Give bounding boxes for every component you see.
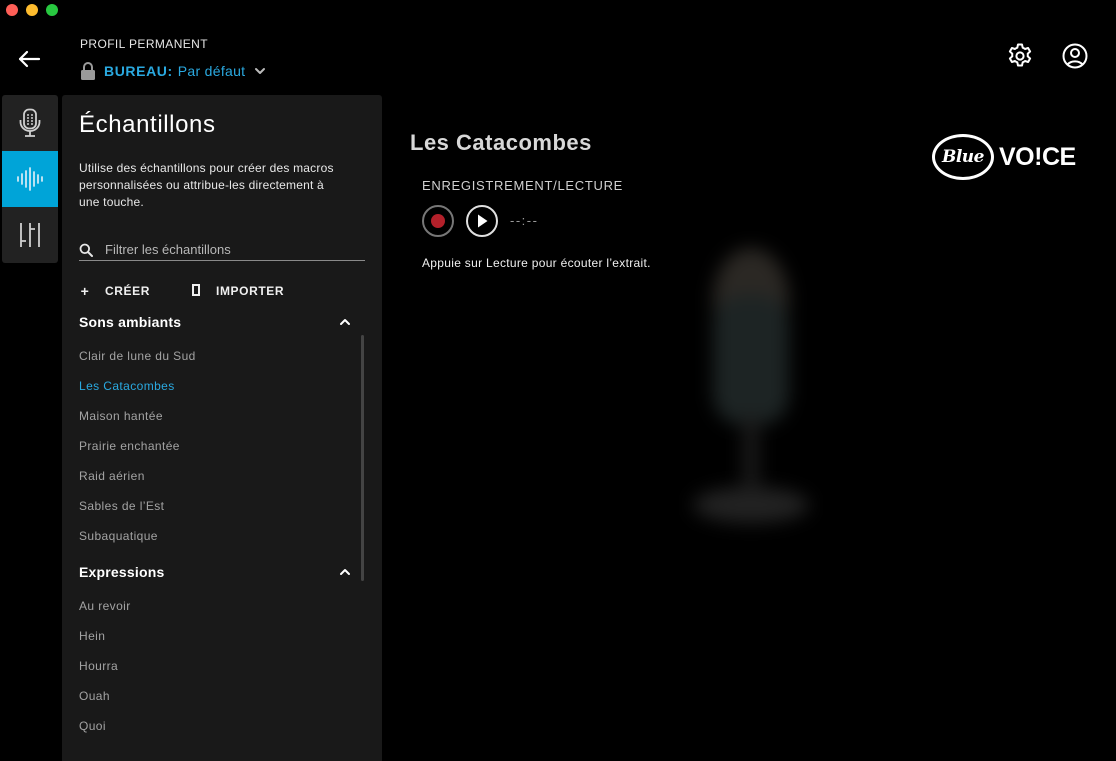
profile-value: Par défaut <box>177 63 246 79</box>
list-item[interactable]: Prairie enchantée <box>79 439 180 453</box>
chevron-down-icon <box>255 68 266 74</box>
import-button[interactable]: IMPORTER <box>190 283 284 299</box>
filter-field <box>79 239 365 261</box>
rail-item-samples[interactable] <box>2 151 58 207</box>
minimize-window-button[interactable] <box>26 4 38 16</box>
list-item[interactable]: Ouah <box>79 689 110 703</box>
profile-label: PROFIL PERMANENT <box>80 37 208 51</box>
list-item[interactable]: Sables de l’Est <box>79 499 164 513</box>
create-button[interactable]: + CRÉER <box>79 283 150 299</box>
list-item-selected[interactable]: Les Catacombes <box>79 379 175 393</box>
play-button[interactable] <box>466 205 498 237</box>
group-title: Sons ambiants <box>79 314 182 330</box>
blue-voice-logo: Blue VO!CE <box>932 134 1082 180</box>
nav-rail <box>2 95 58 263</box>
list-item[interactable]: Clair de lune du Sud <box>79 349 196 363</box>
settings-button[interactable] <box>1006 42 1034 70</box>
sample-title: Les Catacombes <box>410 130 592 155</box>
profile-dropdown[interactable]: BUREAU: Par défaut <box>80 60 266 82</box>
group-title: Expressions <box>79 564 165 580</box>
group-header-expressions[interactable]: Expressions <box>79 561 351 583</box>
chevron-up-icon <box>340 319 350 325</box>
voice-logo-text: VO!CE <box>999 143 1076 171</box>
playback-time: --:-- <box>510 213 539 228</box>
close-window-button[interactable] <box>6 4 18 16</box>
sample-actions: + CRÉER IMPORTER <box>79 283 284 299</box>
group-header-ambient[interactable]: Sons ambiants <box>79 311 351 333</box>
filter-input[interactable] <box>105 242 355 257</box>
list-item[interactable]: Au revoir <box>79 599 131 613</box>
waveform-icon <box>17 167 43 191</box>
maximize-window-button[interactable] <box>46 4 58 16</box>
back-button[interactable] <box>14 44 44 74</box>
back-arrow-icon <box>18 50 41 68</box>
plus-icon: + <box>80 283 90 299</box>
microphone-icon <box>19 108 41 137</box>
chevron-up-icon <box>340 569 350 575</box>
blue-logo-text: Blue <box>932 134 994 180</box>
import-icon <box>190 283 202 299</box>
profile-name: BUREAU: <box>104 63 173 79</box>
list-item[interactable]: Subaquatique <box>79 529 158 543</box>
panel-title: Échantillons <box>79 111 216 138</box>
list-item[interactable]: Raid aérien <box>79 469 145 483</box>
lock-icon <box>81 62 95 80</box>
record-icon <box>431 214 445 228</box>
rail-item-microphone[interactable] <box>2 95 58 151</box>
user-icon <box>1062 43 1088 69</box>
import-label: IMPORTER <box>216 284 285 298</box>
samples-panel: Échantillons Utilise des échantillons po… <box>62 95 382 761</box>
list-item[interactable]: Maison hantée <box>79 409 163 423</box>
panel-scrollbar[interactable] <box>361 335 364 581</box>
microphone-image <box>693 248 809 523</box>
list-item[interactable]: Hein <box>79 629 105 643</box>
gear-icon <box>1008 43 1032 67</box>
account-button[interactable] <box>1061 42 1089 70</box>
record-button[interactable] <box>422 205 454 237</box>
list-item[interactable]: Quoi <box>79 719 106 733</box>
equalizer-icon <box>20 223 40 247</box>
play-icon <box>478 214 488 228</box>
search-icon <box>79 243 93 257</box>
list-item[interactable]: Hourra <box>79 659 118 673</box>
window-controls <box>6 4 58 16</box>
create-label: CRÉER <box>105 284 151 298</box>
rail-item-mixer[interactable] <box>2 207 58 263</box>
playback-hint: Appuie sur Lecture pour écouter l’extrai… <box>422 256 651 270</box>
record-playback-label: ENREGISTREMENT/LECTURE <box>422 178 624 193</box>
panel-description: Utilise des échantillons pour créer des … <box>79 161 334 209</box>
